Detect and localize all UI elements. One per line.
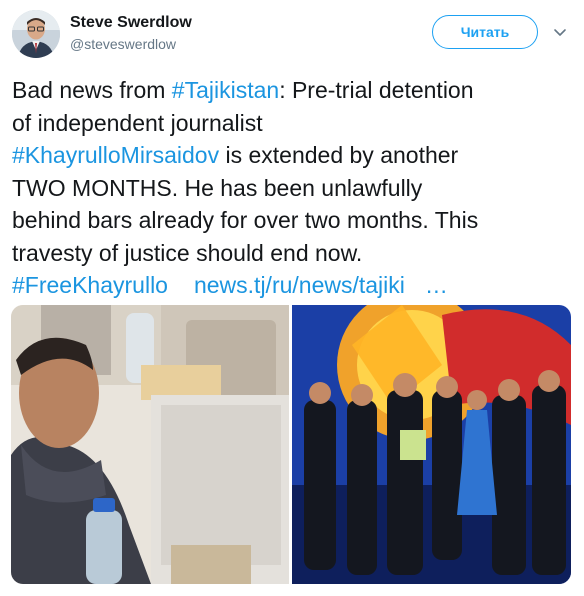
tweet-line: #KhayrulloMirsaidov is extended by anoth…: [12, 139, 580, 172]
tweet-line: travesty of justice should end now.: [12, 239, 363, 266]
tweet-line: of independent journalist: [12, 109, 263, 136]
author-name[interactable]: Steve Swerdlow: [70, 14, 192, 32]
media-grid: [11, 305, 571, 584]
man-portrait-photo-icon: [11, 305, 289, 584]
photo-man-portrait[interactable]: [11, 305, 289, 584]
hashtag-link[interactable]: #Tajikistan: [172, 77, 279, 103]
tweet-text-segment: Bad news from: [12, 77, 172, 103]
photo-group-stage[interactable]: [292, 305, 571, 584]
url-ellipsis[interactable]: …: [425, 272, 448, 298]
user-avatar-icon: [12, 10, 60, 58]
follow-button[interactable]: Читать: [432, 15, 538, 49]
tweet-text-segment: is extended by another: [219, 142, 459, 168]
hashtag-link[interactable]: #FreeKhayrullo: [12, 272, 168, 298]
group-stage-photo-icon: [292, 305, 571, 584]
tweet-line: TWO MONTHS. He has been unlawfully: [12, 174, 423, 201]
tweet-text-segment: : Pre-trial detention: [279, 77, 474, 103]
tweet-line: behind bars already for over two months.…: [12, 207, 479, 233]
author-avatar[interactable]: [12, 10, 60, 58]
hashtag-link[interactable]: #KhayrulloMirsaidov: [12, 142, 219, 168]
tweet-line: #FreeKhayrullo news.tj/ru/news/tajiki …: [12, 269, 580, 302]
url-link[interactable]: news.tj/ru/news/tajiki: [194, 272, 405, 298]
tweet: Steve Swerdlow @steveswerdlow Читать Bad…: [0, 0, 584, 596]
tweet-line: Bad news from #Tajikistan: Pre-trial det…: [12, 74, 580, 107]
chevron-down-icon[interactable]: [553, 25, 567, 39]
author-handle[interactable]: @steveswerdlow: [70, 36, 176, 52]
tweet-text: Bad news from #Tajikistan: Pre-trial det…: [12, 74, 580, 302]
